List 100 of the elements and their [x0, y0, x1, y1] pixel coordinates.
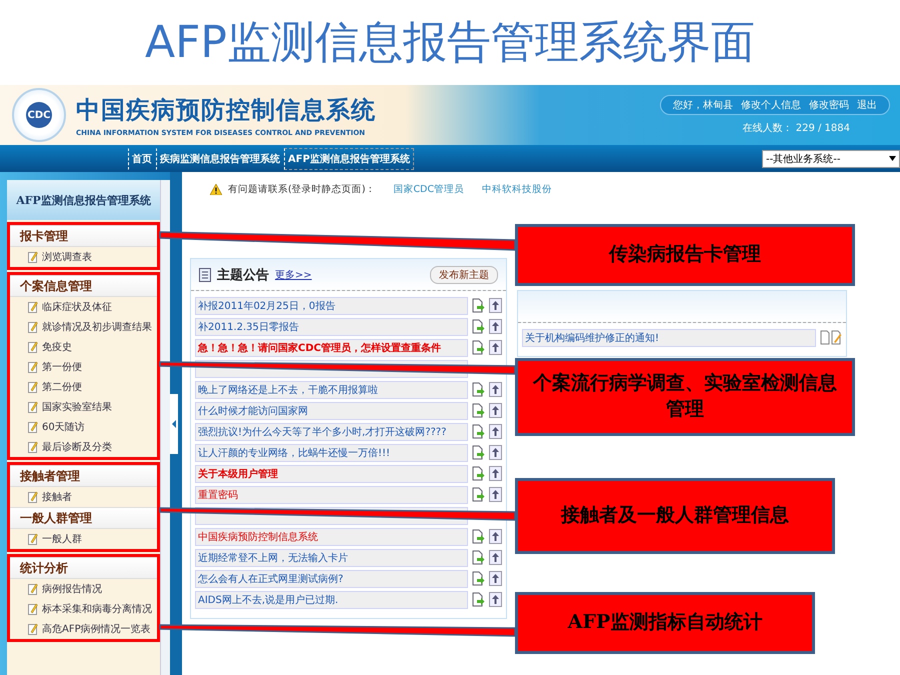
pin-top-button[interactable]: [489, 298, 502, 313]
menu-item[interactable]: 临床症状及体征: [10, 297, 157, 317]
topic-link[interactable]: 近期经常登不上网，无法输入卡片: [195, 548, 468, 566]
pin-top-button[interactable]: [489, 403, 502, 418]
pencil-icon: [28, 441, 38, 453]
pin-top-button[interactable]: [489, 382, 502, 397]
topic-link[interactable]: 急！急！急！请问国家CDC管理员，怎样设置查重条件: [195, 338, 468, 356]
new-topic-button[interactable]: 发布新主题: [430, 266, 498, 284]
topic-link[interactable]: 中国疾病预防控制信息系统: [195, 528, 468, 546]
document-arrow-icon[interactable]: [472, 529, 485, 544]
pencil-icon: [28, 361, 38, 373]
menu-group-header[interactable]: 一般人群管理: [10, 507, 157, 529]
arrow-up-icon: [492, 490, 499, 499]
menu-item[interactable]: 接触者: [10, 487, 157, 507]
arrow-up-icon: [492, 595, 499, 604]
arrow-up-icon: [492, 385, 499, 394]
arrow-up-icon: [492, 343, 499, 352]
contact-link[interactable]: 国家CDC管理员: [393, 182, 464, 196]
menu-group-header[interactable]: 接触者管理: [10, 465, 157, 487]
pencil-icon: [28, 401, 38, 413]
pin-top-button[interactable]: [489, 340, 502, 355]
nav-link[interactable]: AFP监测信息报告管理系统: [284, 148, 414, 170]
user-link[interactable]: 修改个人信息: [741, 98, 801, 112]
menu-item[interactable]: 标本采集和病毒分离情况: [10, 599, 157, 619]
document-arrow-icon[interactable]: [472, 487, 485, 502]
user-link[interactable]: 修改密码: [809, 98, 849, 112]
pin-top-button[interactable]: [489, 319, 502, 334]
slide-title: AFP监测信息报告管理系统界面: [144, 16, 756, 70]
pencil-icon: [28, 533, 38, 545]
system-select[interactable]: --其他业务系统--: [762, 150, 900, 168]
document-arrow-icon[interactable]: [472, 592, 485, 607]
document-arrow-icon[interactable]: [472, 340, 485, 355]
document-arrow-icon[interactable]: [472, 571, 485, 586]
topic-link[interactable]: 什么时候才能访问国家网: [195, 402, 468, 420]
topic-link[interactable]: 补报2011年02月25日，0报告: [195, 296, 468, 314]
document-arrow-icon[interactable]: [472, 403, 485, 418]
arrow-up-icon: [492, 322, 499, 331]
scrollbar[interactable]: [160, 180, 170, 675]
menu-group-header[interactable]: 报卡管理: [10, 225, 157, 247]
pin-top-button[interactable]: [489, 550, 502, 565]
arrow-up-icon: [492, 427, 499, 436]
topic-link[interactable]: 关于本级用户管理: [195, 464, 468, 482]
topic-link[interactable]: 强烈抗议!为什么今天等了半个多小时,才打开这破网????: [195, 422, 468, 440]
menu-item[interactable]: 第二份便: [10, 377, 157, 397]
arrow-up-icon: [492, 469, 499, 478]
pencil-icon: [28, 251, 38, 263]
pencil-icon: [28, 421, 38, 433]
document-arrow-icon[interactable]: [472, 298, 485, 313]
document-arrow-icon[interactable]: [472, 319, 485, 334]
callout-label: 接触者及一般人群管理信息: [515, 478, 835, 554]
document-pencil-icon[interactable]: [820, 330, 842, 345]
pin-top-button[interactable]: [489, 466, 502, 481]
pencil-icon: [28, 301, 38, 313]
callout-label: 个案流行病学调查、实验室检测信息管理: [515, 358, 855, 436]
menu-item[interactable]: 浏览调查表: [10, 247, 157, 267]
document-arrow-icon[interactable]: [472, 424, 485, 439]
menu-item[interactable]: 就诊情况及初步调查结果: [10, 317, 157, 337]
caret-icon: [172, 420, 176, 428]
document-arrow-icon[interactable]: [472, 466, 485, 481]
menu-item[interactable]: 60天随访: [10, 417, 157, 437]
menu-item[interactable]: 国家实验室结果: [10, 397, 157, 417]
menu-group-header[interactable]: 统计分析: [10, 557, 157, 579]
menu-group-header[interactable]: 个案信息管理: [10, 275, 157, 297]
topic-link[interactable]: AIDS网上不去,说是用户已过期.: [195, 590, 468, 608]
topic-link[interactable]: 补2011.2.35日零报告: [195, 318, 468, 336]
user-link[interactable]: 退出: [857, 98, 877, 112]
pencil-icon: [28, 341, 38, 353]
topic-link[interactable]: 让人汗颜的专业网络，比蜗牛还慢一万倍!!!: [195, 444, 468, 462]
collapse-button[interactable]: [170, 394, 178, 454]
menu-item[interactable]: 高危AFP病例情况一览表: [10, 619, 157, 639]
topic-link[interactable]: 怎么会有人在正式网里测试病例?: [195, 570, 468, 588]
arrow-up-icon: [492, 406, 499, 415]
menu-item[interactable]: 第一份便: [10, 357, 157, 377]
panel-title: 主题公告: [217, 266, 269, 284]
pin-top-button[interactable]: [489, 445, 502, 460]
menu-item[interactable]: 免疫史: [10, 337, 157, 357]
user-link[interactable]: 您好，林甸县: [673, 98, 733, 112]
pin-top-button[interactable]: [489, 424, 502, 439]
nav-link[interactable]: 疾病监测信息报告管理系统: [156, 148, 284, 170]
document-arrow-icon[interactable]: [472, 445, 485, 460]
pin-top-button[interactable]: [489, 529, 502, 544]
system-title: 中国疾病预防控制信息系统: [76, 94, 376, 126]
topic-link[interactable]: 晚上了网络还是上不去，干脆不用报算啦: [195, 380, 468, 398]
menu-item[interactable]: 最后诊断及分类: [10, 437, 157, 457]
pin-top-button[interactable]: [489, 487, 502, 502]
pin-top-button[interactable]: [489, 592, 502, 607]
more-link[interactable]: 更多>>: [275, 268, 312, 282]
topic-link[interactable]: 重置密码: [195, 486, 468, 504]
menu-item[interactable]: 一般人群: [10, 529, 157, 549]
contact-link[interactable]: 中科软科技股份: [482, 182, 552, 196]
menu-item[interactable]: 病例报告情况: [10, 579, 157, 599]
document-arrow-icon[interactable]: [472, 550, 485, 565]
pin-top-button[interactable]: [489, 571, 502, 586]
notice-link[interactable]: 关于机构编码维护修正的通知!: [522, 328, 816, 346]
pencil-icon: [28, 321, 38, 333]
document-arrow-icon[interactable]: [472, 382, 485, 397]
arrow-up-icon: [492, 532, 499, 541]
pencil-icon: [28, 603, 38, 615]
arrow-up-icon: [492, 553, 499, 562]
nav-link[interactable]: 首页: [128, 148, 156, 170]
